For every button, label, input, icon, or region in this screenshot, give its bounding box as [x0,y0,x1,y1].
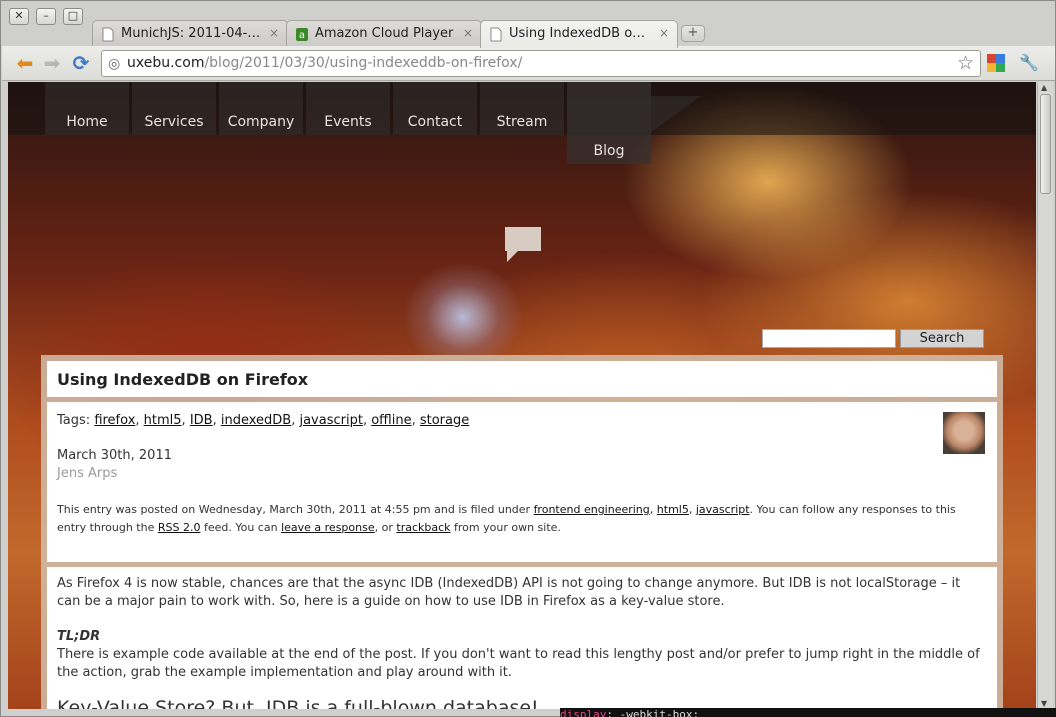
tag-link[interactable]: indexedDB [221,413,291,428]
tab-title: Amazon Cloud Player [315,26,454,41]
content-frame: Using IndexedDB on Firefox Tags: firefox… [41,355,1003,709]
terminal-text: : -webkit-box; [606,708,700,717]
window-maximize-button[interactable]: □ [63,8,83,25]
tab-using-indexeddb[interactable]: Using IndexedDB o… × [480,20,678,48]
leave-response-link[interactable]: leave a response [281,521,375,534]
google-extension-icon[interactable] [987,54,1005,72]
window-minimize-button[interactable]: – [36,8,56,25]
window-close-button[interactable]: ✕ [9,8,29,25]
trackback-link[interactable]: trackback [396,521,450,534]
post-body-panel: As Firefox 4 is now stable, chances are … [47,567,997,709]
nav-home[interactable]: Home [45,82,129,135]
rss-link[interactable]: RSS 2.0 [158,521,201,534]
tag-link[interactable]: html5 [144,413,182,428]
meta-text: feed. You can [203,521,278,534]
browser-toolbar: ⬅ ➡ ⟳ ◎ uxebu.com/blog/2011/03/30/using-… [2,46,1055,81]
url-host: uxebu.com [127,55,205,71]
new-tab-button[interactable]: + [681,25,705,42]
scroll-down-icon[interactable]: ▼ [1041,699,1047,708]
tab-close-icon[interactable]: × [659,26,669,40]
page-scrollbar[interactable]: ▲ ▼ [1037,82,1053,709]
tab-amazon-cloud-player[interactable]: a Amazon Cloud Player × [286,20,482,47]
browser-window: ✕ – □ MunichJS: 2011-04-… × a Amazon Clo… [0,0,1056,717]
post-tags: Tags: firefox, html5, IDB, indexedDB, ja… [57,413,470,428]
body-paragraph: As Firefox 4 is now stable, chances are … [57,576,961,609]
wrench-menu-icon[interactable]: 🔧 [1018,52,1040,74]
tab-close-icon[interactable]: × [269,26,279,40]
tab-close-icon[interactable]: × [463,26,473,40]
post-title: Using IndexedDB on Firefox [57,370,309,389]
globe-icon: ◎ [108,56,121,72]
tag-link[interactable]: firefox [94,413,135,428]
search-input[interactable] [762,329,896,348]
url-path: /blog/2011/03/30/using-indexeddb-on-fire… [204,55,523,71]
reload-icon[interactable]: ⟳ [70,52,92,74]
post-meta-text: This entry was posted on Wednesday, Marc… [57,503,956,534]
post-meta-panel: Tags: firefox, html5, IDB, indexedDB, ja… [47,402,997,562]
tag-link[interactable]: IDB [190,413,213,428]
post-date: March 30th, 2011 [57,448,172,463]
meta-text: This entry was posted on Wednesday, Marc… [57,503,531,516]
category-link[interactable]: html5 [657,503,689,516]
nav-decoration [651,96,701,132]
search-button[interactable]: Search [900,329,984,348]
post-title-panel: Using IndexedDB on Firefox [47,361,997,397]
section-heading: Key-Value Store? But, IDB is a full-blow… [57,697,539,709]
nav-company[interactable]: Company [219,82,303,135]
category-link[interactable]: frontend engineering [534,503,650,516]
bookmark-star-icon[interactable]: ☆ [957,52,974,74]
nav-services[interactable]: Services [132,82,216,135]
category-link[interactable]: javascript [696,503,750,516]
author-avatar [943,412,985,454]
nav-events[interactable]: Events [306,82,390,135]
tab-munichjs[interactable]: MunichJS: 2011-04-… × [92,20,288,47]
background-terminal: display: -webkit-box; [560,708,1056,717]
tldr-label: TL;DR [57,629,101,644]
scrollbar-thumb[interactable] [1040,94,1051,194]
address-bar[interactable]: ◎ uxebu.com/blog/2011/03/30/using-indexe… [101,50,981,77]
post-body: As Firefox 4 is now stable, chances are … [57,575,987,699]
tag-link[interactable]: javascript [299,413,362,428]
nav-contact[interactable]: Contact [393,82,477,135]
tags-label: Tags: [57,413,91,428]
tag-link[interactable]: offline [371,413,411,428]
meta-text: , or [374,521,393,534]
terminal-keyword: display [560,708,607,717]
speech-bubble-icon [505,227,541,262]
svg-text:a: a [299,30,305,41]
meta-text: from your own site. [454,521,561,534]
tab-title: Using IndexedDB o… [509,26,646,41]
page-viewport: Home Services Company Events Contact Str… [8,82,1036,709]
forward-icon[interactable]: ➡ [41,52,63,74]
back-icon[interactable]: ⬅ [14,52,36,74]
post-author[interactable]: Jens Arps [57,466,117,481]
nav-blog[interactable]: Blog [567,82,651,164]
url-text: uxebu.com/blog/2011/03/30/using-indexedd… [127,55,522,71]
nav-stream[interactable]: Stream [480,82,564,135]
body-paragraph: There is example code available at the e… [57,647,980,680]
amazon-icon: a [296,28,308,41]
scroll-up-icon[interactable]: ▲ [1041,83,1047,92]
page-icon [490,27,502,42]
tag-link[interactable]: storage [420,413,469,428]
tab-title: MunichJS: 2011-04-… [121,26,261,41]
page-icon [102,27,114,42]
